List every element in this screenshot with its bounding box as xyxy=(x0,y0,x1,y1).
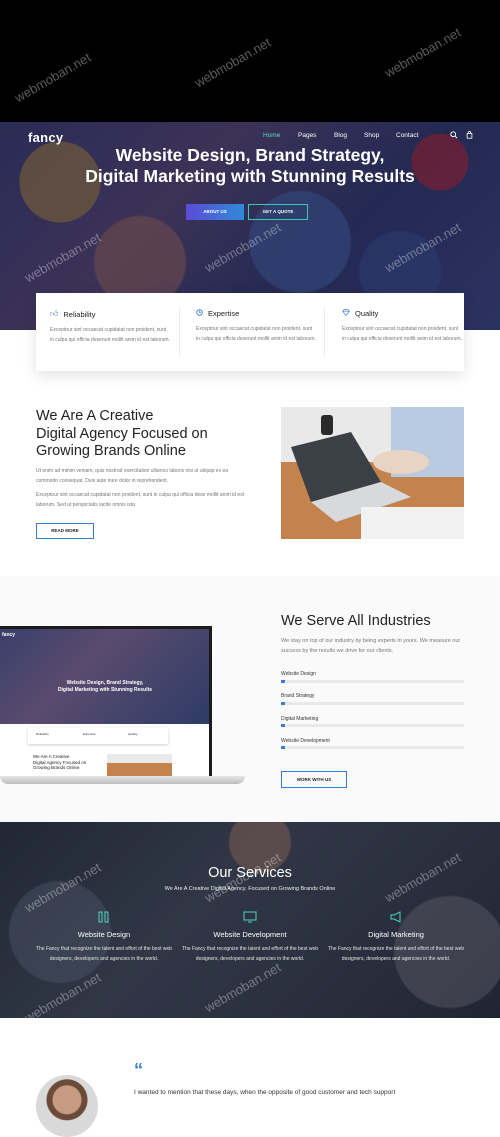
skill-bar-fill xyxy=(281,746,285,749)
services-subtitle: We Are A Creative Digital Agency. Focuse… xyxy=(164,886,336,892)
monitor-icon xyxy=(180,910,320,924)
skill-bar xyxy=(281,746,464,749)
feature-title: Quality xyxy=(355,309,379,318)
main-navigation: fancy Home Pages Blog Shop Contact xyxy=(0,122,500,150)
features-card: 👍︎ Reliability Exceptour sint occaecat cu… xyxy=(36,293,464,371)
search-icon[interactable] xyxy=(450,131,458,141)
divider xyxy=(179,307,180,357)
read-more-button[interactable]: READ MORE xyxy=(36,523,94,539)
mini-section-title: We Are A Creative Digital Agency Focused… xyxy=(33,754,86,771)
skill-label: Digital Marketing xyxy=(281,716,319,722)
laptop-work-photo xyxy=(281,407,464,539)
industries-text: We stay on top of our industry by being … xyxy=(281,638,461,654)
mini-feature: Quality xyxy=(128,732,138,736)
feature-title: Reliability xyxy=(63,309,96,319)
mini-hero xyxy=(0,629,209,724)
nav-item-blog[interactable]: Blog xyxy=(334,132,347,139)
service-digital-marketing: Digital Marketing The Fancy that recogni… xyxy=(326,910,466,964)
thumbs-up-icon: 👍︎ xyxy=(50,309,59,318)
mini-features-card: Reliability Expertise Quality xyxy=(28,728,168,744)
industries-title: We Serve All Industries xyxy=(281,613,431,629)
top-black-bar xyxy=(0,0,500,122)
mini-hero-line: Website Design, Brand Strategy, xyxy=(66,680,144,686)
service-website-development: Website Development The Fancy that recog… xyxy=(180,910,320,964)
laptop-mockup: fancy Website Design, Brand Strategy, Di… xyxy=(0,618,245,794)
hero-title-line2: Digital Marketing with Stunning Results xyxy=(85,166,415,186)
mini-photo xyxy=(107,754,172,776)
design-tools-icon xyxy=(34,910,174,924)
feature-text: Exceptour sint occaecat cupidatat non pr… xyxy=(50,327,170,343)
service-title: Website Development xyxy=(213,930,287,939)
diamond-icon xyxy=(342,309,350,318)
cart-icon[interactable] xyxy=(466,131,473,141)
mini-hero-line: Digital Marketing with Stunning Results xyxy=(57,687,153,693)
skill-bar-fill xyxy=(281,702,285,705)
mini-feature: Expertise xyxy=(83,732,96,736)
creative-paragraph-1: Ut enim ad minim veniam, quis nostrud ex… xyxy=(36,468,229,484)
nav-item-home[interactable]: Home xyxy=(263,132,280,139)
skill-bar-fill xyxy=(281,724,285,727)
service-title: Digital Marketing xyxy=(368,930,424,939)
laptop-base xyxy=(0,776,245,784)
skill-bar xyxy=(281,680,464,683)
creative-section-title: We Are A Creative Digital Agency Focused… xyxy=(36,408,256,461)
mini-title-line: Growing Brands Online xyxy=(33,765,80,770)
service-title: Website Design xyxy=(77,930,131,939)
about-us-button[interactable]: ABOUT US xyxy=(186,204,244,220)
service-text: The Fancy that recognize the talent and … xyxy=(35,946,173,962)
feature-quality: Quality Exceptour sint occaecat cupidata… xyxy=(328,293,471,371)
feature-text: Exceptour sint occaecat cupidatat non pr… xyxy=(342,326,462,342)
feature-expertise: Expertise Exceptour sint occaecat cupida… xyxy=(182,293,325,371)
nav-item-contact[interactable]: Contact xyxy=(396,132,418,139)
get-a-quote-button[interactable]: GET A QUOTE xyxy=(248,204,308,220)
feature-text: Exceptour sint occaecat cupidatat non pr… xyxy=(196,326,316,342)
skill-bar-fill xyxy=(281,680,285,683)
skill-bar xyxy=(281,702,464,705)
hero-title: Website Design, Brand Strategy, Digital … xyxy=(40,145,460,187)
megaphone-icon xyxy=(326,910,466,924)
title-line: We Are A Creative xyxy=(36,408,154,424)
services-title: Our Services xyxy=(208,865,292,881)
title-line: Digital Agency Focused on xyxy=(36,425,208,442)
service-website-design: Website Design The Fancy that recognize … xyxy=(34,910,174,964)
feature-reliability: 👍︎ Reliability Exceptour sint occaecat cu… xyxy=(36,293,179,371)
service-text: The Fancy that recognize the talent and … xyxy=(327,946,465,962)
skill-bar xyxy=(281,724,464,727)
divider xyxy=(324,307,325,357)
creative-paragraph-2: Exceptour sint occaecat cupidatat non pr… xyxy=(36,492,245,508)
mini-hero-title: Website Design, Brand Strategy, Digital … xyxy=(20,680,190,694)
site-logo[interactable]: fancy xyxy=(28,130,63,145)
feature-title: Expertise xyxy=(208,309,240,318)
mini-logo: fancy xyxy=(2,632,16,638)
skill-label: Brand Strategy xyxy=(281,693,315,699)
mini-feature: Reliability xyxy=(36,732,49,736)
testimonial-avatar xyxy=(36,1075,98,1137)
work-with-us-button[interactable]: WORK WITH US xyxy=(281,771,347,788)
laptop-screen: fancy Website Design, Brand Strategy, Di… xyxy=(0,626,212,776)
nav-item-pages[interactable]: Pages xyxy=(298,132,316,139)
nav-item-shop[interactable]: Shop xyxy=(364,132,379,139)
skill-label: Website Development xyxy=(281,738,330,744)
title-line: Growing Brands Online xyxy=(36,443,186,459)
skill-label: Website Design xyxy=(281,671,316,677)
testimonial-text: I wanted to mention that these days, whe… xyxy=(134,1089,396,1096)
service-text: The Fancy that recognize the talent and … xyxy=(181,946,319,962)
quote-icon: “ xyxy=(134,1060,143,1080)
clock-icon xyxy=(196,309,203,318)
